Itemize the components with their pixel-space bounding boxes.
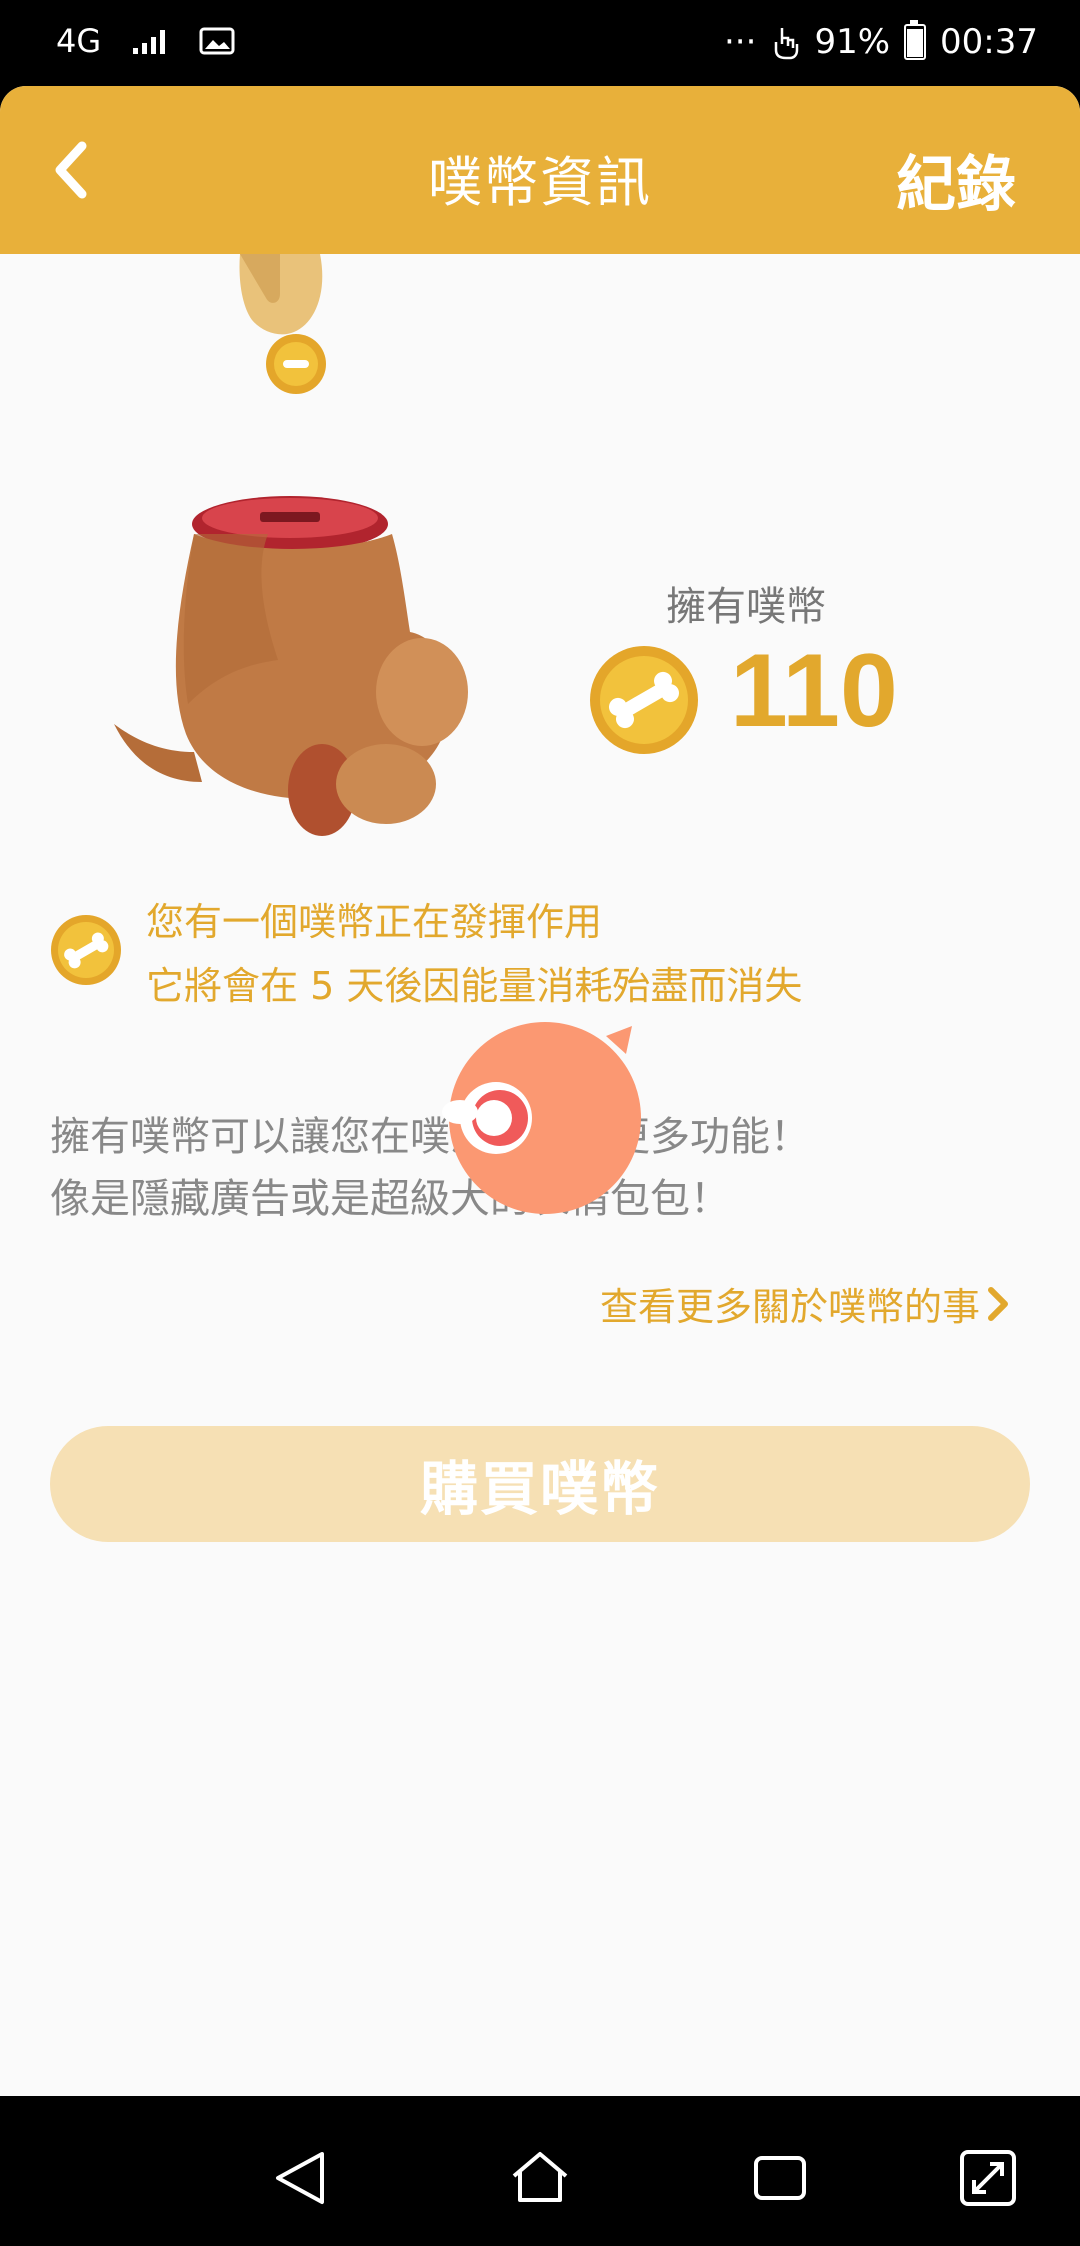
buy-coins-button[interactable]: 購買噗幣	[50, 1426, 1030, 1542]
battery-icon	[904, 20, 927, 60]
chevron-right-icon	[988, 1286, 1008, 1321]
owned-coins-label: 擁有噗幣	[666, 584, 826, 630]
coin-info-screen: 噗幣資訊 紀錄 擁有噗幣 110 您有一個噗幣正在發揮作用 它將會在 5 天後因…	[0, 86, 1080, 2096]
back-nav-icon[interactable]	[270, 2146, 334, 2210]
more-link-label: 查看更多關於噗幣的事	[599, 1285, 980, 1329]
status-bar: 4G ··· 91% 00:37	[0, 0, 1080, 88]
notice-line-1: 您有一個噗幣正在發揮作用	[146, 900, 603, 944]
expand-nav-icon[interactable]	[956, 2146, 1020, 2210]
header-bar: 噗幣資訊 紀錄	[0, 86, 1080, 254]
ellipsis-icon: ···	[724, 22, 757, 62]
signal-icon	[133, 30, 166, 54]
network-type: 4G	[56, 22, 102, 60]
touch-icon	[775, 28, 799, 60]
recents-nav-icon[interactable]	[748, 2146, 812, 2210]
bone-coin-icon	[51, 915, 121, 985]
floating-pet-bubble[interactable]	[420, 1006, 650, 1236]
more-about-coins-link[interactable]: 查看更多關於噗幣的事	[600, 1276, 1010, 1331]
bone-coin-icon	[590, 646, 698, 754]
active-coin-notice: 您有一個噗幣正在發揮作用 它將會在 5 天後因能量消耗殆盡而消失	[146, 890, 802, 1018]
system-nav-bar	[0, 2096, 1080, 2246]
home-nav-icon[interactable]	[508, 2146, 572, 2210]
clock: 00:37	[940, 22, 1038, 62]
coin-balance: 110	[730, 633, 898, 749]
record-button[interactable]: 紀錄	[896, 136, 1016, 223]
image-icon	[199, 27, 235, 55]
battery-percent: 91%	[814, 22, 891, 62]
piggy-bank-illustration	[114, 254, 468, 836]
